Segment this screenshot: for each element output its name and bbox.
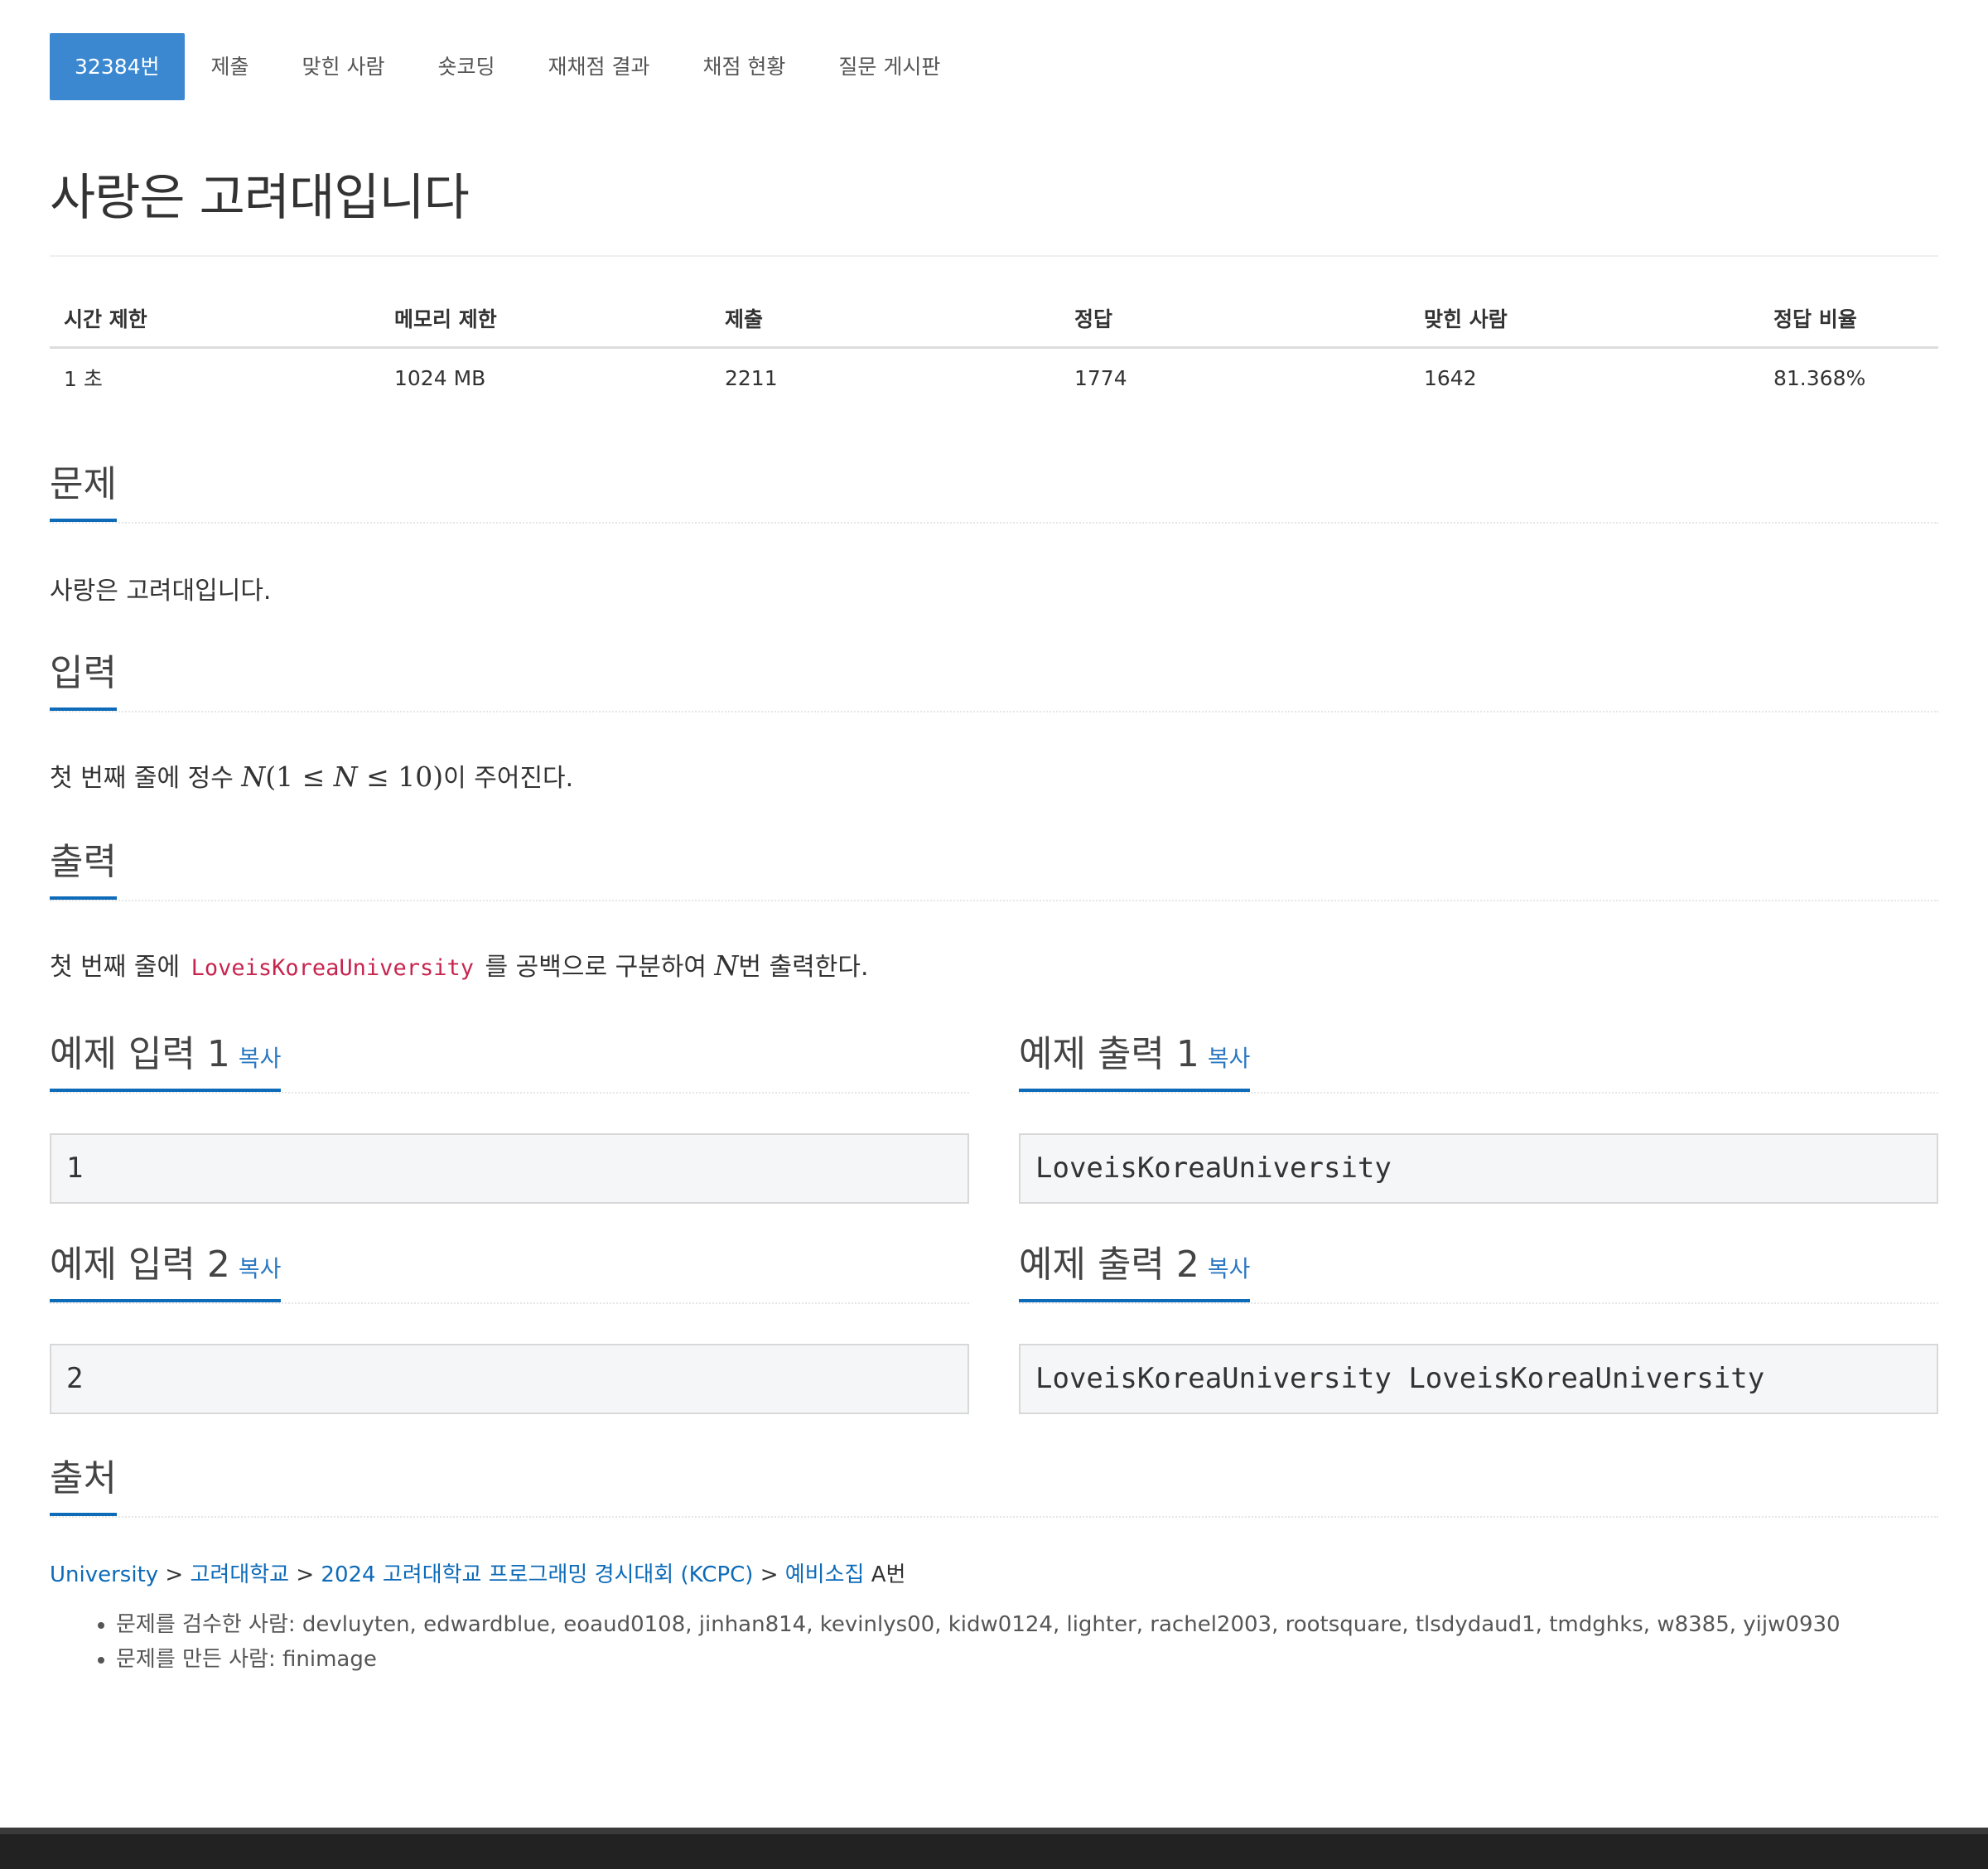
output-heading: 출력 xyxy=(50,832,117,900)
tab-question-board[interactable]: 질문 게시판 xyxy=(812,33,967,100)
problem-heading: 문제 xyxy=(50,454,117,522)
copy-sample-input-1-button[interactable]: 복사 xyxy=(239,1045,282,1072)
page-footer xyxy=(0,1828,1988,1869)
source-link-korea-university[interactable]: 고려대학교 xyxy=(190,1562,289,1587)
info-accept-ratio: 81.368% xyxy=(1773,365,1866,390)
info-solved-users: 1642 xyxy=(1424,365,1477,390)
info-header-solved-users: 맞힌 사람 xyxy=(1410,290,1759,349)
output-text-mid: 를 공백으로 구분하여 xyxy=(476,953,715,982)
input-text-prefix: 첫 번째 줄에 정수 xyxy=(50,764,242,793)
source-section-header: 출처 xyxy=(50,1456,1938,1518)
info-header-accept-ratio: 정답 비율 xyxy=(1759,290,1938,349)
sample-input-1-header: 예제 입력 1 복사 xyxy=(50,1032,969,1094)
tab-problem[interactable]: 32384번 xyxy=(50,33,185,100)
tab-solved-users[interactable]: 맞힌 사람 xyxy=(276,33,412,100)
sample-output-1-title: 예제 출력 1 xyxy=(1019,1033,1199,1075)
math-var-n: N xyxy=(714,949,739,982)
problem-description: 사랑은 고려대입니다. xyxy=(50,577,272,606)
output-text-suffix: 번 출력한다. xyxy=(738,953,869,982)
output-description: 첫 번째 줄에 LoveisKoreaUniversity 를 공백으로 구분하… xyxy=(50,946,868,983)
info-header-memory-limit: 메모리 제한 xyxy=(380,290,711,349)
credits-reviewers: 문제를 검수한 사람: devluyten, edwardblue, eoaud… xyxy=(116,1607,1841,1642)
sample-output-1-heading: 예제 출력 1 복사 xyxy=(1019,1024,1251,1092)
breadcrumb-separator: > xyxy=(289,1562,321,1587)
title-divider xyxy=(50,255,1938,257)
math-var-n: N xyxy=(241,761,266,793)
info-value-row: 1 초 1024 MB 2211 1774 1642 81.368% xyxy=(50,348,1938,408)
output-section-header: 출력 xyxy=(50,840,1938,901)
output-text-prefix: 첫 번째 줄에 xyxy=(50,953,188,982)
source-heading: 출처 xyxy=(50,1448,117,1516)
info-submissions: 2211 xyxy=(725,365,778,390)
sample-output-2-title: 예제 출력 2 xyxy=(1019,1244,1199,1286)
breadcrumb-separator: > xyxy=(158,1562,191,1587)
source-breadcrumb: University > 고려대학교 > 2024 고려대학교 프로그래밍 경시… xyxy=(50,1558,905,1588)
sample-output-2-header: 예제 출력 2 복사 xyxy=(1019,1243,1938,1304)
tab-judge-status[interactable]: 채점 현황 xyxy=(676,33,812,100)
info-header-row: 시간 제한 메모리 제한 제출 정답 맞힌 사람 정답 비율 xyxy=(50,290,1938,349)
info-header-time-limit: 시간 제한 xyxy=(50,290,380,349)
sample-input-2-title: 예제 입력 2 xyxy=(50,1244,230,1286)
info-header-accepted: 정답 xyxy=(1060,290,1410,349)
credits-list: 문제를 검수한 사람: devluyten, edwardblue, eoaud… xyxy=(50,1607,1841,1677)
tab-submit[interactable]: 제출 xyxy=(185,33,276,100)
sample-input-2-box[interactable]: 2 xyxy=(50,1344,969,1414)
sample-output-2-heading: 예제 출력 2 복사 xyxy=(1019,1234,1251,1302)
input-math: N(1 ≤ N ≤ 10) xyxy=(241,761,443,793)
tab-rejudge-results[interactable]: 재채점 결과 xyxy=(522,33,677,100)
math-range-close: ≤ 10) xyxy=(357,761,444,793)
output-math: N xyxy=(715,949,739,982)
sample-output-2-box[interactable]: LoveisKoreaUniversity LoveisKoreaUnivers… xyxy=(1019,1344,1938,1414)
source-link-kcpc-2024[interactable]: 2024 고려대학교 프로그래밍 경시대회 (KCPC) xyxy=(321,1562,753,1587)
source-link-university[interactable]: University xyxy=(50,1562,158,1587)
info-time-limit: 1 초 xyxy=(64,367,103,391)
problem-section-header: 문제 xyxy=(50,462,1938,524)
problem-info-table: 시간 제한 메모리 제한 제출 정답 맞힌 사람 정답 비율 1 초 1024 … xyxy=(50,290,1938,407)
copy-sample-output-1-button[interactable]: 복사 xyxy=(1208,1045,1251,1072)
copy-sample-output-2-button[interactable]: 복사 xyxy=(1208,1255,1251,1282)
breadcrumb-separator: > xyxy=(753,1562,785,1587)
input-description: 첫 번째 줄에 정수 N(1 ≤ N ≤ 10)이 주어진다. xyxy=(50,757,573,794)
input-section-header: 입력 xyxy=(50,651,1938,712)
problem-tabs: 32384번 제출 맞힌 사람 숏코딩 재채점 결과 채점 현황 질문 게시판 xyxy=(50,33,967,100)
sample-output-1-header: 예제 출력 1 복사 xyxy=(1019,1032,1938,1094)
math-var-n: N xyxy=(333,761,358,793)
sample-input-2-header: 예제 입력 2 복사 xyxy=(50,1243,969,1304)
output-code-inline: LoveisKoreaUniversity xyxy=(191,955,474,981)
sample-input-1-box[interactable]: 1 xyxy=(50,1133,969,1204)
info-header-submissions: 제출 xyxy=(711,290,1060,349)
input-heading: 입력 xyxy=(50,643,117,711)
input-text-suffix: 이 주어진다. xyxy=(443,764,574,793)
math-range-open: (1 ≤ xyxy=(265,761,334,793)
info-memory-limit: 1024 MB xyxy=(394,365,486,390)
copy-sample-input-2-button[interactable]: 복사 xyxy=(239,1255,282,1282)
problem-title: 사랑은 고려대입니다 xyxy=(50,169,470,227)
info-accepted: 1774 xyxy=(1074,365,1127,390)
credits-author: 문제를 만든 사람: finimage xyxy=(116,1642,1841,1677)
sample-input-1-title: 예제 입력 1 xyxy=(50,1033,230,1075)
sample-output-1-box[interactable]: LoveisKoreaUniversity xyxy=(1019,1133,1938,1204)
sample-input-1-heading: 예제 입력 1 복사 xyxy=(50,1024,282,1092)
tab-short-coding[interactable]: 숏코딩 xyxy=(412,33,522,100)
sample-input-2-heading: 예제 입력 2 복사 xyxy=(50,1234,282,1302)
source-problem-letter: A번 xyxy=(864,1562,906,1587)
source-link-preliminary[interactable]: 예비소집 xyxy=(785,1562,865,1587)
